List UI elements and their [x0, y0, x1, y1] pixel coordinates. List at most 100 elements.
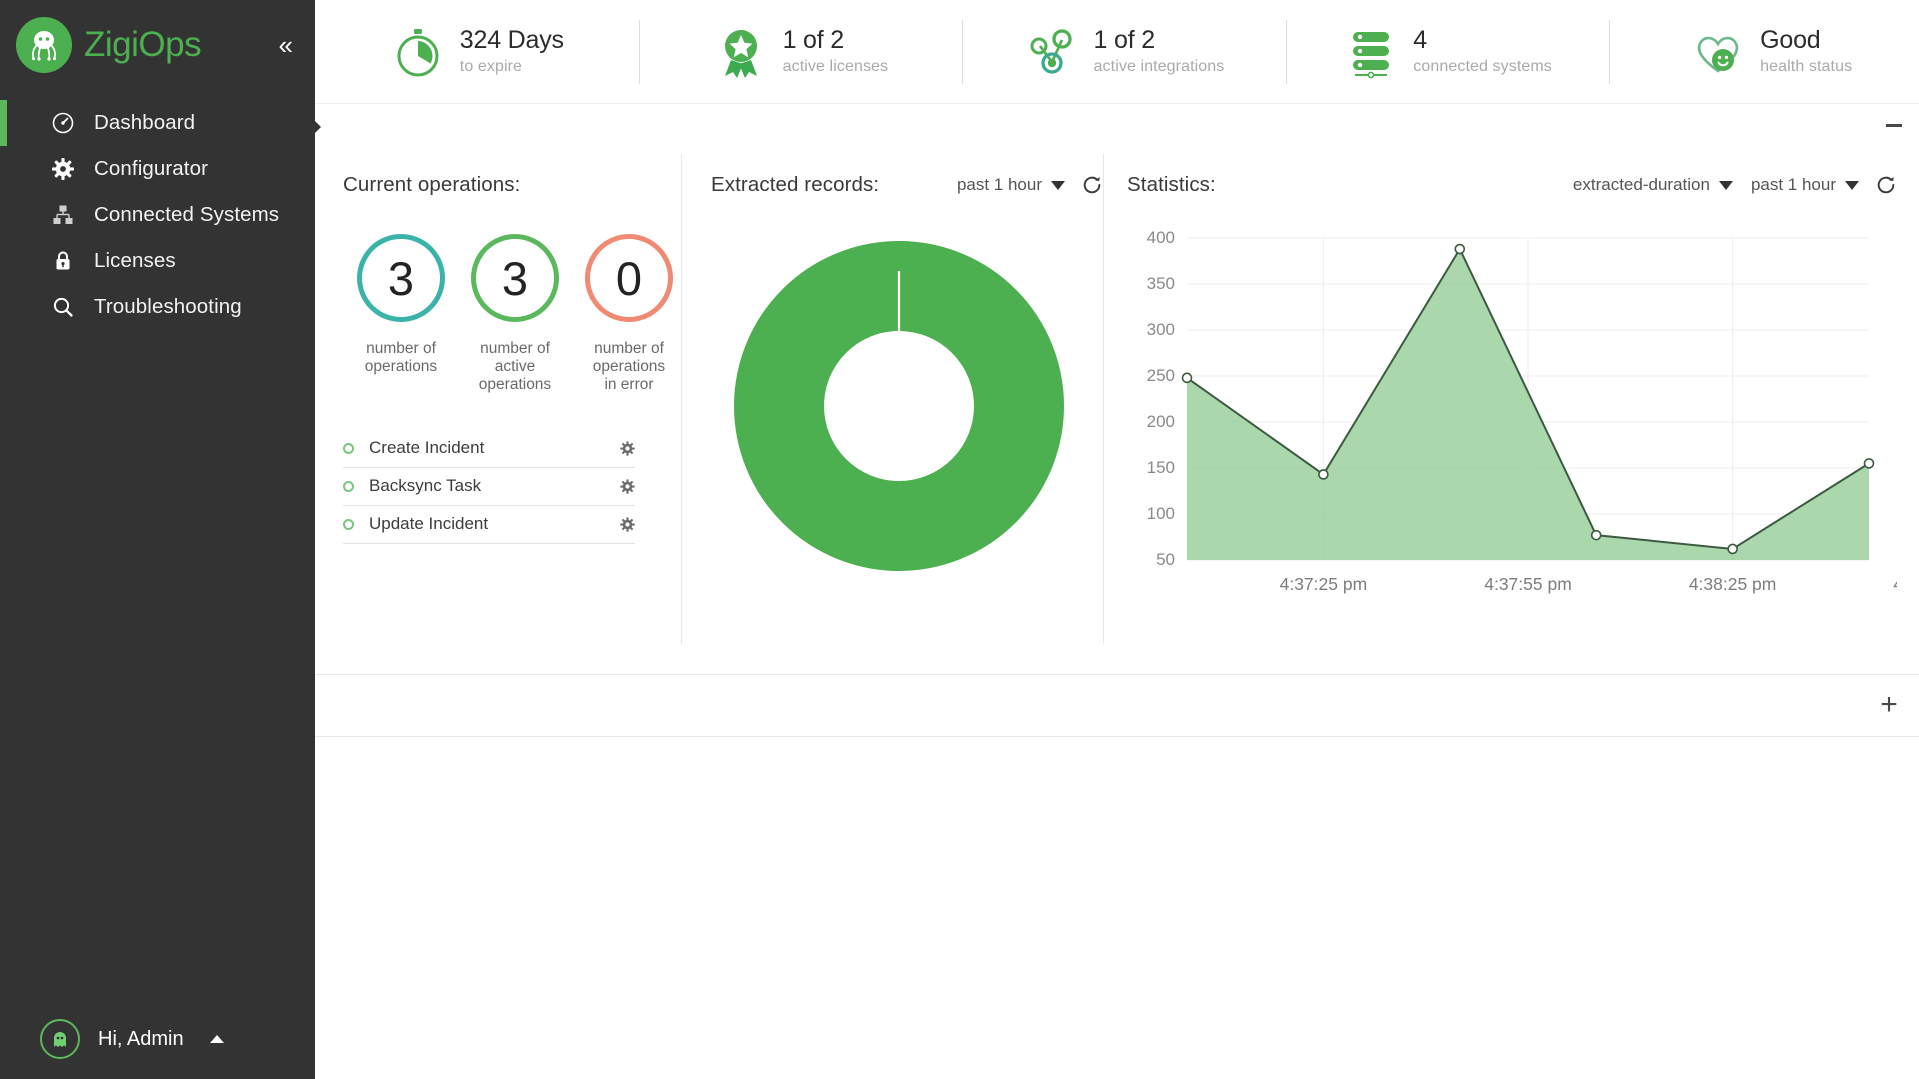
gear-icon[interactable]: [620, 441, 635, 456]
caret-up-icon[interactable]: [210, 1035, 224, 1043]
counter-caption: number of operations: [365, 340, 437, 376]
counter-ring: 0: [585, 234, 673, 322]
sidebar-item-connected-systems[interactable]: Connected Systems: [0, 192, 315, 238]
statistics-range-dropdown[interactable]: past 1 hour: [1751, 175, 1859, 195]
award-ribbon-icon: [713, 24, 769, 80]
panel-title: Current operations:: [343, 173, 520, 197]
counter-ring: 3: [357, 234, 445, 322]
y-axis-tick-label: 100: [1147, 504, 1175, 523]
sidebar: ZigiOps « Dashboard: [0, 0, 315, 1079]
operation-name: Create Incident: [369, 438, 484, 458]
data-point[interactable]: [1319, 470, 1328, 479]
donut-svg: [734, 241, 1064, 571]
sidebar-item-configurator[interactable]: Configurator: [0, 146, 315, 192]
user-menu[interactable]: Hi, Admin: [0, 999, 315, 1079]
status-dot-icon: [343, 443, 354, 454]
panel-current-operations: Current operations: 3 number of operatio…: [315, 144, 681, 674]
panel-header: Current operations:: [343, 170, 681, 200]
panel-title: Extracted records:: [711, 173, 879, 197]
add-widget-strip: +: [315, 675, 1919, 737]
heart-smiley-icon: [1690, 24, 1746, 80]
data-point[interactable]: [1728, 544, 1737, 553]
stat-value: 1 of 2: [1094, 27, 1225, 55]
x-axis-tick-label: 4:37:25 pm: [1280, 574, 1368, 594]
data-point[interactable]: [1592, 531, 1601, 540]
panel-controls: past 1 hour: [939, 174, 1103, 196]
stat-value: Good: [1760, 27, 1852, 55]
minimize-icon[interactable]: [1883, 116, 1905, 134]
statistics-area-chart: 501001502002503003504004:37:25 pm4:37:55…: [1127, 224, 1897, 629]
stat-health-status: Good health status: [1609, 16, 1919, 88]
stat-days-to-expire: 324 Days to expire: [315, 16, 639, 88]
server-stack-icon: [1343, 24, 1399, 80]
y-axis-tick-label: 400: [1147, 228, 1175, 247]
panel-statistics: Statistics: extracted-duration past 1 ho…: [1103, 144, 1919, 674]
search-icon: [48, 295, 78, 319]
records-range-value: past 1 hour: [957, 175, 1042, 195]
status-dot-icon: [343, 519, 354, 530]
statistics-metric-value: extracted-duration: [1573, 175, 1710, 195]
operations-list: Create Incident: [343, 430, 635, 544]
stat-label: health status: [1760, 58, 1852, 76]
panel-controls: extracted-duration past 1 hour: [1555, 174, 1897, 196]
x-axis-tick-label: 4:38:25 pm: [1689, 574, 1777, 594]
y-axis-tick-label: 50: [1156, 550, 1175, 569]
sidebar-item-label: Connected Systems: [94, 203, 279, 227]
card-toolbar: [315, 104, 1919, 144]
counter-value: 3: [502, 255, 528, 302]
integration-nodes-icon: [1024, 24, 1080, 80]
list-item[interactable]: Update Incident: [343, 506, 635, 544]
sidebar-item-label: Troubleshooting: [94, 295, 242, 319]
sidebar-item-dashboard[interactable]: Dashboard: [0, 100, 315, 146]
sidebar-item-label: Licenses: [94, 249, 176, 273]
dashboard-card: Current operations: 3 number of operatio…: [315, 104, 1919, 675]
list-item[interactable]: Create Incident: [343, 430, 635, 468]
ghost-avatar-icon: [40, 1019, 80, 1059]
data-point[interactable]: [1183, 373, 1192, 382]
double-chevron-left-icon[interactable]: «: [279, 32, 289, 58]
chevron-down-icon: [1051, 181, 1065, 190]
sitemap-icon: [48, 203, 78, 227]
minimize-bar: [1886, 124, 1902, 127]
octopus-logo-icon: [16, 17, 72, 73]
operation-name: Update Incident: [369, 514, 488, 534]
list-item[interactable]: Backsync Task: [343, 468, 635, 506]
stat-connected-systems: 4 connected systems: [1286, 16, 1610, 88]
statistics-range-value: past 1 hour: [1751, 175, 1836, 195]
data-point[interactable]: [1865, 459, 1874, 468]
status-bar: 324 Days to expire 1 of 2 active license…: [315, 0, 1919, 104]
records-range-dropdown[interactable]: past 1 hour: [957, 175, 1065, 195]
stat-value: 324 Days: [460, 27, 564, 55]
app-root: ZigiOps « Dashboard: [0, 0, 1919, 1079]
chevron-down-icon: [1719, 181, 1733, 190]
y-axis-tick-label: 200: [1147, 412, 1175, 431]
expand-arrow-right-icon[interactable]: [312, 118, 321, 136]
refresh-icon[interactable]: [1875, 174, 1897, 196]
stat-active-integrations: 1 of 2 active integrations: [962, 16, 1286, 88]
y-axis-tick-label: 350: [1147, 274, 1175, 293]
area-chart-svg: 501001502002503003504004:37:25 pm4:37:55…: [1127, 224, 1897, 624]
sidebar-item-licenses[interactable]: Licenses: [0, 238, 315, 284]
sidebar-item-troubleshooting[interactable]: Troubleshooting: [0, 284, 315, 330]
y-axis-tick-label: 150: [1147, 458, 1175, 477]
speedometer-icon: [48, 111, 78, 135]
status-dot-icon: [343, 481, 354, 492]
brand: ZigiOps «: [0, 0, 315, 90]
data-point[interactable]: [1455, 245, 1464, 254]
counter-error-operations: 0 number of operations in error: [577, 234, 681, 394]
panel-header: Statistics: extracted-duration past 1 ho…: [1127, 170, 1897, 200]
refresh-icon[interactable]: [1081, 174, 1103, 196]
gear-icon[interactable]: [620, 517, 635, 532]
y-axis-tick-label: 300: [1147, 320, 1175, 339]
gear-icon: [48, 157, 78, 181]
stat-label: active integrations: [1094, 58, 1225, 76]
stat-label: to expire: [460, 58, 564, 76]
lock-icon: [48, 249, 78, 273]
dashboard-panels: Current operations: 3 number of operatio…: [315, 144, 1919, 674]
statistics-metric-dropdown[interactable]: extracted-duration: [1573, 175, 1733, 195]
stopwatch-icon: [390, 24, 446, 80]
plus-icon[interactable]: +: [1875, 691, 1903, 719]
operation-counters: 3 number of operations 3 number of activ…: [349, 234, 681, 394]
user-greeting: Hi, Admin: [98, 1028, 184, 1051]
gear-icon[interactable]: [620, 479, 635, 494]
